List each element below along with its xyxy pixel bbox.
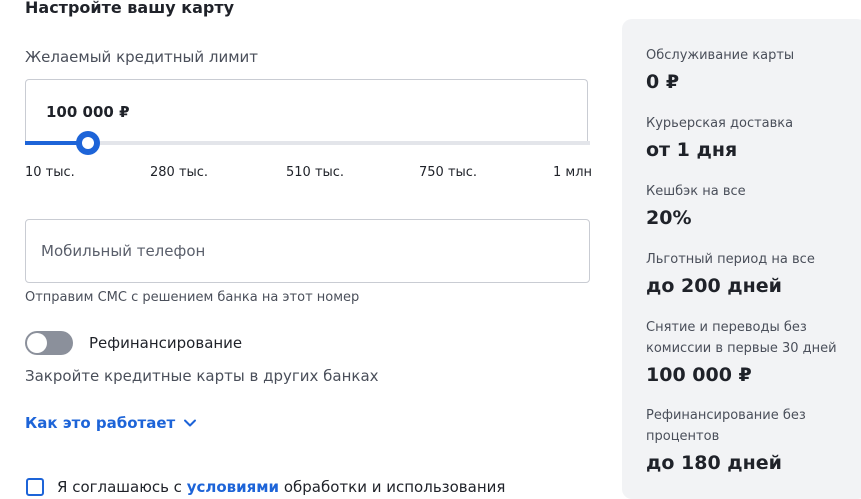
summary-item-value: до 200 дней [646, 275, 782, 297]
phone-hint: Отправим СМС с решением банка на этот но… [25, 290, 360, 305]
agreement-text-after: обработки и использования [279, 478, 506, 496]
summary-item: Снятие и переводы без комиссии в первые … [646, 317, 856, 388]
agreement-text-before: Я соглашаюсь с [57, 478, 187, 496]
summary-item: Кешбэк на все 20% [646, 181, 856, 231]
agreement-terms-link[interactable]: условиями [187, 478, 279, 496]
credit-limit-tick: 1 млн [553, 165, 593, 180]
summary-item: Льготный период на все до 200 дней [646, 249, 856, 299]
credit-limit-slider-thumb[interactable] [76, 131, 100, 155]
credit-limit-tick: 750 тыс. [419, 165, 478, 180]
summary-item: Курьерская доставка от 1 дня [646, 113, 856, 163]
agreement-checkbox[interactable] [26, 478, 44, 496]
refinance-toggle-knob [27, 333, 47, 353]
summary-item-label: Курьерская доставка [646, 116, 794, 131]
summary-item-value: 100 000 ₽ [646, 364, 752, 386]
summary-item: Рефинансирование без процентов до 180 дне… [646, 405, 856, 476]
how-it-works-link[interactable]: Как это работает [25, 414, 197, 432]
summary-item-label: Снятие и переводы без комиссии в первые … [646, 320, 837, 356]
summary-item-value: от 1 дня [646, 139, 738, 161]
summary-item-label: Обслуживание карты [646, 48, 795, 63]
summary-item-label: Рефинансирование без процентов [646, 408, 806, 444]
refinance-toggle[interactable] [25, 331, 73, 355]
page-title: Настройте вашу карту [25, 0, 235, 17]
agreement-row: Я соглашаюсь с условиями обработки и исп… [25, 476, 590, 496]
credit-limit-slider-track[interactable] [25, 141, 590, 145]
credit-limit-tick: 280 тыс. [150, 165, 209, 180]
summary-item-label: Кешбэк на все [646, 184, 746, 199]
summary-item-value: 0 ₽ [646, 71, 680, 93]
card-summary-panel: Обслуживание карты 0 ₽ Курьерская доставка… [622, 19, 861, 499]
credit-limit-value: 100 000 ₽ [46, 103, 130, 121]
refinance-description: Закройте кредитные карты в других банках [25, 367, 379, 385]
credit-limit-label: Желаемый кредитный лимит [25, 48, 259, 66]
how-it-works-label: Как это работает [25, 414, 176, 432]
credit-limit-field[interactable]: 100 000 ₽ [25, 79, 588, 142]
credit-limit-tick: 10 тыс. [25, 165, 75, 180]
summary-item-value: до 180 дней [646, 452, 782, 474]
refinance-label: Рефинансирование [89, 334, 243, 352]
phone-input[interactable] [41, 220, 571, 282]
summary-item: Обслуживание карты 0 ₽ [646, 45, 856, 95]
summary-item-label: Льготный период на все [646, 252, 815, 267]
phone-field[interactable] [25, 219, 590, 283]
credit-limit-tick: 510 тыс. [286, 165, 345, 180]
agreement-text: Я соглашаюсь с условиями обработки и исп… [57, 478, 505, 496]
chevron-down-icon [184, 419, 197, 427]
summary-item-value: 20% [646, 207, 692, 229]
